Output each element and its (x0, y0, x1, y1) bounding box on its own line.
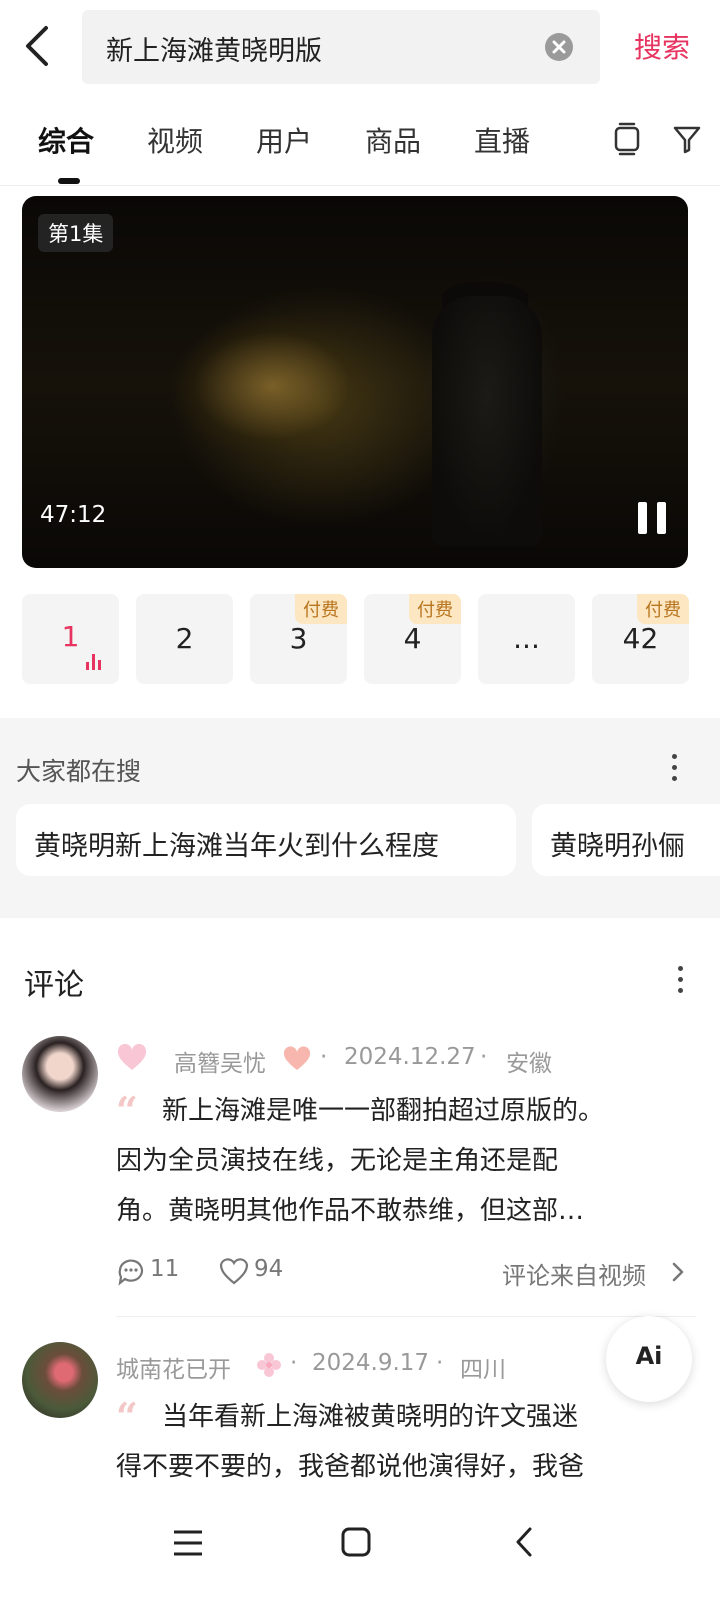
comment-date: 2024.12.27 (344, 1044, 476, 1070)
chevron-right-icon[interactable] (670, 1260, 686, 1284)
system-navigation-bar (0, 1500, 720, 1600)
tab-products[interactable]: 商品 (365, 120, 421, 160)
tab-users[interactable]: 用户 (256, 120, 312, 160)
episode-number: ... (513, 622, 540, 655)
episode-tag: 第1集 (38, 214, 114, 252)
active-tab-indicator (58, 178, 80, 184)
avatar[interactable] (22, 1036, 98, 1112)
tab-live[interactable]: 直播 (474, 120, 530, 160)
category-tabs: 综合 视频 用户 商品 直播 (0, 100, 720, 186)
comment-location: 安徽 (506, 1051, 552, 1077)
comment-username[interactable]: 城南花已开 (116, 1350, 231, 1384)
episode-number: 2 (175, 622, 194, 655)
comment-line: 得不要不要的，我爸都说他演得好，我爸 (116, 1452, 585, 1482)
episode-number: 4 (403, 622, 422, 655)
flower-icon (257, 1353, 281, 1377)
episode-item[interactable]: 42 付费 (592, 594, 689, 684)
search-button[interactable]: 搜索 (634, 26, 690, 66)
search-input[interactable]: 新上海滩黄晓明版 (82, 10, 600, 84)
reply-count: 11 (150, 1256, 180, 1282)
header: 新上海滩黄晓明版 搜索 (0, 0, 720, 92)
paid-badge: 付费 (295, 594, 347, 624)
video-frame-figure (432, 296, 542, 546)
meta-separator: · (436, 1350, 444, 1376)
playing-bars-icon (86, 654, 104, 670)
like-icon[interactable] (218, 1256, 250, 1286)
ai-assistant-button[interactable]: Ai (606, 1316, 692, 1402)
reply-icon[interactable] (116, 1256, 146, 1286)
more-options-icon[interactable] (672, 752, 678, 782)
video-player[interactable]: 第1集 47:12 (22, 196, 688, 568)
comment-location: 四川 (460, 1357, 506, 1383)
comment-text[interactable]: 新上海滩是唯一一部翻拍超过原版的。 因为全员演技在线，无论是主角还是配 角。黄晓… (116, 1086, 686, 1236)
more-options-icon[interactable] (678, 964, 684, 994)
ai-button-label: Ai (635, 1342, 663, 1370)
menu-icon[interactable] (172, 1528, 204, 1558)
episode-number: 1 (61, 620, 80, 653)
back-arrow-icon[interactable] (18, 22, 58, 70)
comment-line: 当年看新上海滩被黄晓明的许文强迷 (162, 1402, 579, 1432)
comment-line: 角。黄晓明其他作品不敢恭维，但这部… (116, 1196, 585, 1226)
video-duration: 47:12 (40, 502, 107, 528)
like-count: 94 (254, 1256, 284, 1282)
comment-date: 2024.9.17 (312, 1350, 430, 1376)
avatar[interactable] (22, 1342, 98, 1418)
comment-text[interactable]: 当年看新上海滩被黄晓明的许文强迷 得不要不要的，我爸都说他演得好，我爸 (116, 1392, 686, 1492)
divider (116, 1316, 696, 1317)
meta-separator: · (320, 1044, 328, 1070)
hot-search-item[interactable]: 黄晓明新上海滩当年火到什么程度 (16, 804, 516, 876)
home-icon[interactable] (340, 1526, 372, 1558)
episode-item-more[interactable]: ... (478, 594, 575, 684)
meta-separator: · (480, 1044, 488, 1070)
episode-item[interactable]: 3 付费 (250, 594, 347, 684)
episode-item[interactable]: 2 (136, 594, 233, 684)
paid-badge: 付费 (409, 594, 461, 624)
filter-icon[interactable] (672, 122, 702, 156)
episode-number: 3 (289, 622, 308, 655)
comment-username[interactable]: 高簪吴忧 (174, 1044, 266, 1078)
back-icon[interactable] (514, 1526, 534, 1558)
hot-search-item[interactable]: 黄晓明孙俪 (532, 804, 720, 876)
episode-number: 42 (622, 622, 659, 655)
search-query: 新上海滩黄晓明版 (106, 36, 322, 67)
paid-badge: 付费 (637, 594, 689, 624)
hot-search-title: 大家都在搜 (16, 757, 142, 786)
comments-title: 评论 (24, 968, 84, 1003)
comment-line: 新上海滩是唯一一部翻拍超过原版的。 (162, 1096, 605, 1126)
meta-separator: · (290, 1350, 298, 1376)
comment-source-link[interactable]: 评论来自视频 (502, 1256, 646, 1291)
clear-icon[interactable] (544, 32, 574, 62)
tab-video[interactable]: 视频 (147, 120, 203, 160)
heart-icon (283, 1046, 311, 1070)
tab-general[interactable]: 综合 (38, 120, 94, 160)
window-icon[interactable] (612, 122, 642, 156)
heart-decoration-icon (117, 1044, 147, 1070)
comment-line: 因为全员演技在线，无论是主角还是配 (116, 1146, 559, 1176)
pause-icon[interactable] (636, 502, 668, 534)
episode-item[interactable]: 1 (22, 594, 119, 684)
episode-item[interactable]: 4 付费 (364, 594, 461, 684)
